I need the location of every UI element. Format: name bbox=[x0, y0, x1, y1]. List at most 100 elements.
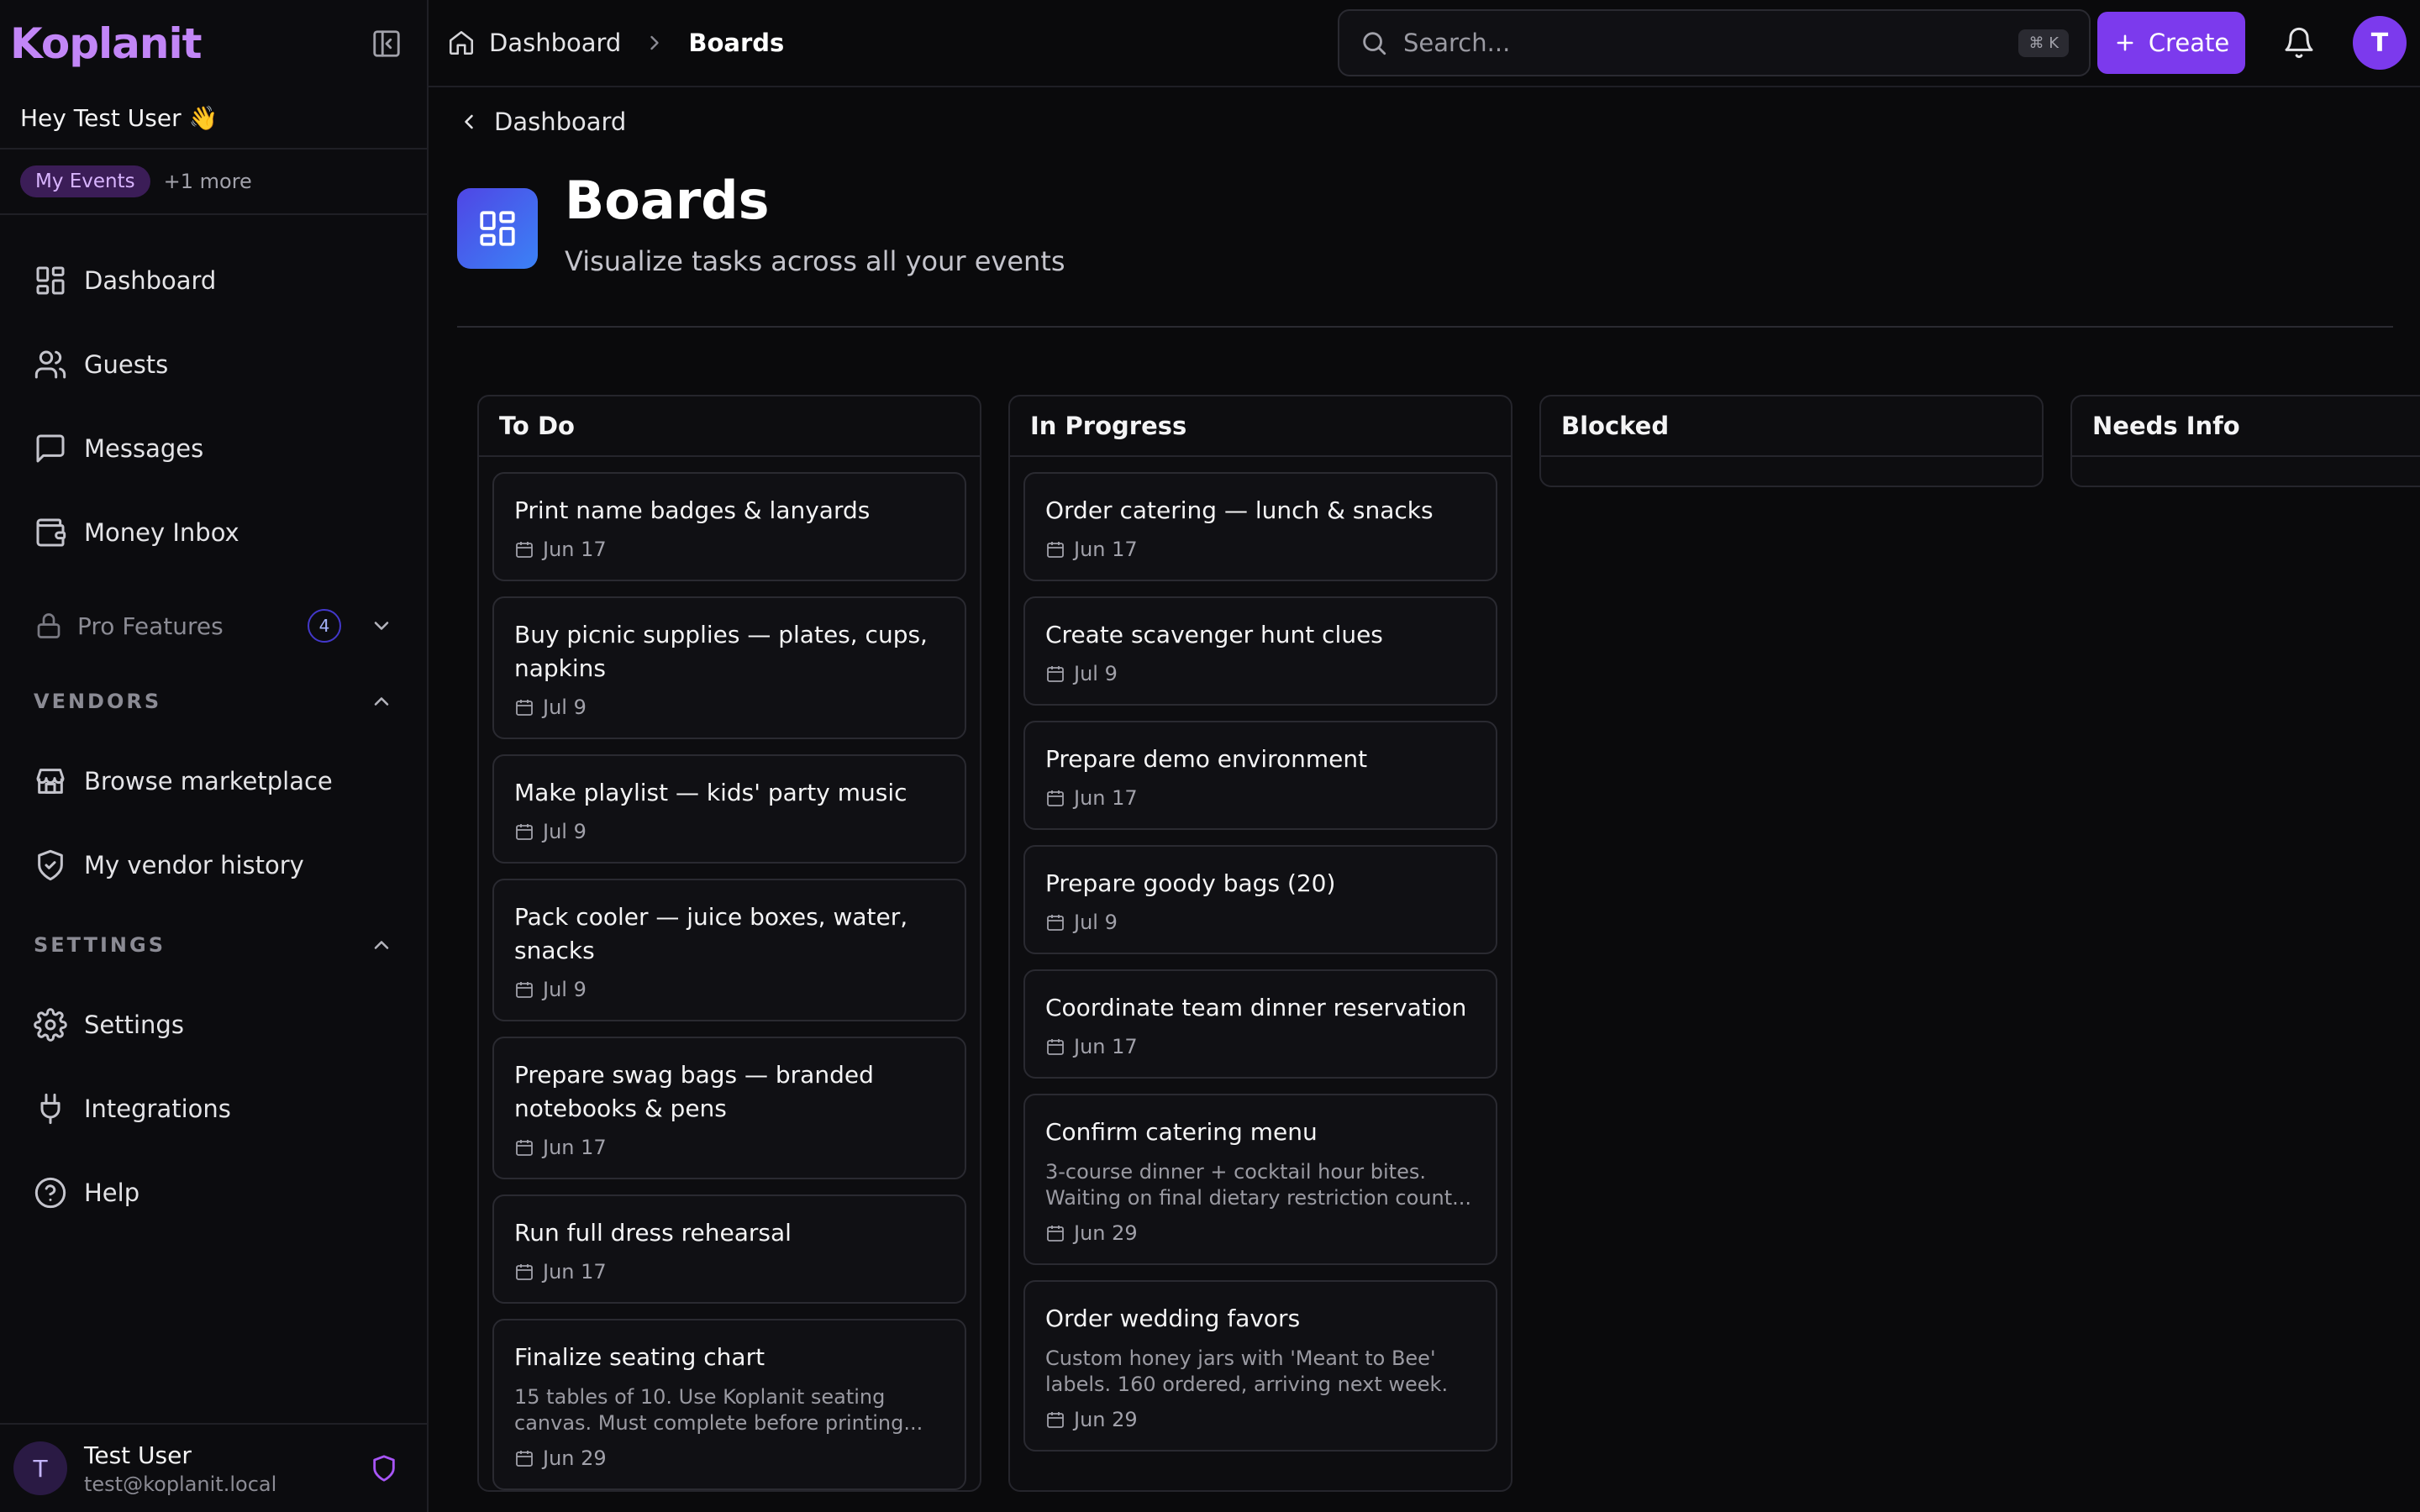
event-chip[interactable]: My Events bbox=[20, 165, 150, 197]
nav-item-guests[interactable]: Guests bbox=[0, 323, 427, 407]
search-placeholder: Search... bbox=[1403, 29, 1511, 57]
task-due-date: Jul 9 bbox=[1045, 911, 1476, 934]
logo[interactable]: Koplanit bbox=[10, 19, 203, 68]
plug-icon bbox=[40, 1093, 60, 1125]
user-name: Test User bbox=[84, 1441, 192, 1469]
task-card[interactable]: Run full dress rehearsal Jun 17 bbox=[492, 1194, 966, 1304]
task-card[interactable]: Prepare swag bags — branded notebooks & … bbox=[492, 1037, 966, 1179]
shield-icon[interactable] bbox=[370, 1454, 398, 1483]
calendar-icon bbox=[514, 1448, 534, 1468]
task-title: Confirm catering menu bbox=[1045, 1118, 1318, 1146]
task-date-text: Jun 29 bbox=[543, 1446, 607, 1470]
vendors-section-header[interactable]: VENDORS bbox=[0, 664, 427, 739]
task-card[interactable]: Pack cooler — juice boxes, water, snacks… bbox=[492, 879, 966, 1021]
task-card[interactable]: Prepare demo environment Jun 17 bbox=[1023, 721, 1497, 830]
nav-label: Messages bbox=[84, 434, 204, 463]
task-card[interactable]: Finalize seating chart 15 tables of 10. U… bbox=[492, 1319, 966, 1490]
task-card[interactable]: Print name badges & lanyards Jun 17 bbox=[492, 472, 966, 581]
logo-row: Koplanit bbox=[0, 0, 427, 87]
nav-item-dashboard[interactable]: Dashboard bbox=[0, 239, 427, 323]
task-date-text: Jun 17 bbox=[543, 1260, 607, 1284]
divider bbox=[457, 326, 2393, 328]
chevron-right-icon bbox=[650, 35, 660, 50]
column-title: Needs Info bbox=[2072, 396, 2420, 457]
search-shortcut: ⌘ K bbox=[2018, 29, 2069, 57]
dashboard-icon bbox=[36, 266, 65, 295]
nav-label: Dashboard bbox=[84, 266, 217, 295]
task-card[interactable]: Order wedding favors Custom honey jars wi… bbox=[1023, 1280, 1497, 1452]
nav-label: Integrations bbox=[84, 1095, 231, 1123]
sidebar-toggle-button[interactable] bbox=[368, 25, 405, 62]
task-date-text: Jun 17 bbox=[1074, 786, 1138, 810]
nav-label: Money Inbox bbox=[84, 518, 239, 547]
task-card[interactable]: Coordinate team dinner reservation Jun 17 bbox=[1023, 969, 1497, 1079]
nav-item-integrations[interactable]: Integrations bbox=[0, 1067, 427, 1151]
nav-item-settings[interactable]: Settings bbox=[0, 983, 427, 1067]
breadcrumb-dashboard[interactable]: Dashboard bbox=[489, 29, 621, 57]
task-title: Prepare demo environment bbox=[1045, 745, 1368, 773]
back-label: Dashboard bbox=[494, 108, 627, 136]
nav-item-money-inbox[interactable]: Money Inbox bbox=[0, 491, 427, 575]
help-icon bbox=[34, 1177, 66, 1209]
task-title: Run full dress rehearsal bbox=[514, 1219, 792, 1247]
task-due-date: Jul 9 bbox=[1045, 662, 1476, 685]
task-date-text: Jun 17 bbox=[543, 1136, 607, 1159]
plus-icon bbox=[2117, 34, 2133, 51]
page-title: Boards bbox=[565, 170, 770, 231]
task-date-text: Jul 9 bbox=[1074, 911, 1118, 934]
calendar-icon bbox=[514, 1262, 534, 1282]
search-icon bbox=[1363, 32, 1386, 55]
task-date-text: Jul 9 bbox=[543, 820, 587, 843]
avatar[interactable]: T bbox=[2353, 16, 2407, 70]
task-card[interactable]: Create scavenger hunt clues Jul 9 bbox=[1023, 596, 1497, 706]
task-card[interactable]: Make playlist — kids' party music Jul 9 bbox=[492, 754, 966, 864]
task-date-text: Jul 9 bbox=[543, 978, 587, 1001]
bell-icon[interactable] bbox=[2282, 26, 2316, 60]
task-card[interactable]: Order catering — lunch & snacks Jun 17 bbox=[1023, 472, 1497, 581]
task-title: Make playlist — kids' party music bbox=[514, 779, 908, 806]
task-card[interactable]: Buy picnic supplies — plates, cups, napk… bbox=[492, 596, 966, 739]
nav-item-messages[interactable]: Messages bbox=[0, 407, 427, 491]
nav-item-help[interactable]: Help bbox=[0, 1151, 427, 1235]
event-selector[interactable]: My Events +1 more bbox=[0, 150, 427, 215]
calendar-icon bbox=[1045, 1410, 1065, 1430]
avatar: T bbox=[13, 1441, 67, 1495]
user-email: test@koplanit.local bbox=[84, 1472, 277, 1496]
task-description: Custom honey jars with 'Meant to Bee' la… bbox=[1045, 1347, 1449, 1396]
task-due-date: Jun 29 bbox=[514, 1446, 944, 1470]
event-more[interactable]: +1 more bbox=[164, 170, 252, 193]
panel-left-icon bbox=[373, 30, 400, 57]
boards-icon bbox=[480, 211, 515, 246]
pro-features-toggle[interactable]: Pro Features 4 bbox=[0, 588, 427, 664]
task-card[interactable]: Confirm catering menu 3-course dinner + c… bbox=[1023, 1094, 1497, 1265]
search-input[interactable]: Search... ⌘ K bbox=[1338, 9, 2091, 76]
task-date-text: Jun 17 bbox=[543, 538, 607, 561]
greeting: Hey Test User 👋 bbox=[0, 87, 427, 150]
breadcrumb-current: Boards bbox=[688, 29, 785, 57]
task-due-date: Jun 17 bbox=[1045, 1035, 1476, 1058]
task-description: 15 tables of 10. Use Koplanit seating ca… bbox=[514, 1385, 923, 1435]
user-profile[interactable]: T Test User test@koplanit.local bbox=[0, 1423, 429, 1512]
task-date-text: Jul 9 bbox=[543, 696, 587, 719]
task-title: Print name badges & lanyards bbox=[514, 496, 871, 524]
task-date-text: Jun 29 bbox=[1074, 1221, 1138, 1245]
task-due-date: Jul 9 bbox=[514, 696, 944, 719]
nav-item-vendor-history[interactable]: My vendor history bbox=[0, 823, 427, 907]
pro-features-count-badge: 4 bbox=[308, 609, 341, 643]
settings-section-header[interactable]: SETTINGS bbox=[0, 907, 427, 983]
card-list: Print name badges & lanyards Jun 17 Buy pi… bbox=[479, 457, 980, 1490]
task-card[interactable]: Prepare goody bags (20) Jul 9 bbox=[1023, 845, 1497, 954]
task-due-date: Jun 17 bbox=[1045, 538, 1476, 561]
task-due-date: Jun 29 bbox=[1045, 1221, 1476, 1245]
task-date-text: Jul 9 bbox=[1074, 662, 1118, 685]
home-icon[interactable] bbox=[447, 29, 476, 57]
task-due-date: Jul 9 bbox=[514, 820, 944, 843]
board-column: To Do Print name badges & lanyards Jun 17 B… bbox=[477, 395, 981, 1492]
vendors-heading: VENDORS bbox=[34, 690, 162, 713]
create-button[interactable]: Create bbox=[2097, 12, 2245, 74]
nav-item-browse-marketplace[interactable]: Browse marketplace bbox=[0, 739, 427, 823]
pro-features-label: Pro Features bbox=[77, 612, 224, 640]
chevron-down-icon bbox=[374, 622, 389, 630]
back-to-dashboard-link[interactable]: Dashboard bbox=[457, 108, 626, 136]
column-title: In Progress bbox=[1010, 396, 1511, 457]
